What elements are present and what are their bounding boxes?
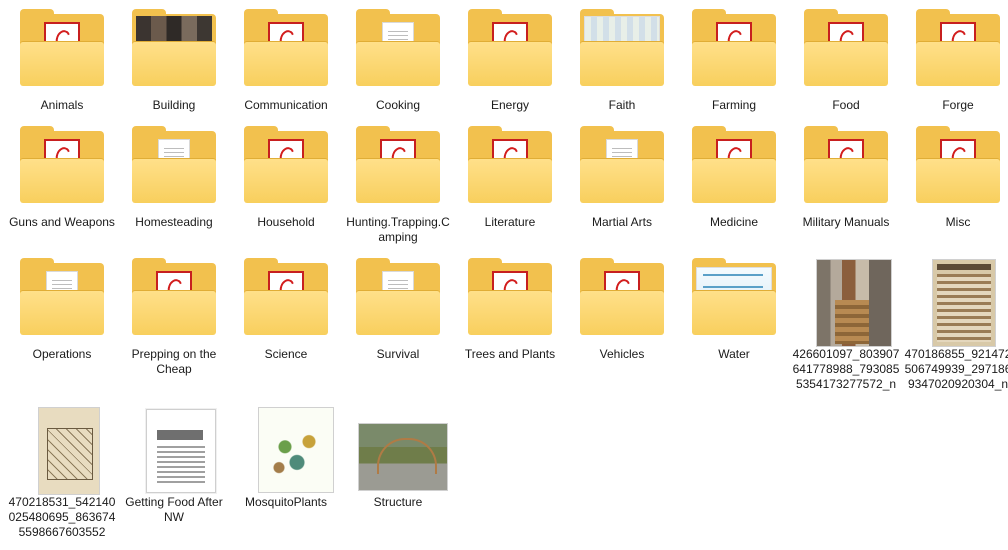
file-item[interactable]: MosquitoPlants [232,405,340,521]
folder-item[interactable]: Prepping on the Cheap [120,257,228,376]
folder-icon [802,125,890,209]
item-label: Science [264,347,308,361]
folder-icon [578,8,666,92]
folder-icon [18,257,106,341]
item-label: Animals [40,98,84,112]
folder-icon [466,257,554,341]
folder-icon [466,8,554,92]
folder-item[interactable]: Survival [344,257,452,373]
item-label: Cooking [375,98,421,112]
item-label: Communication [244,98,328,112]
item-label: Vehicles [599,347,645,361]
folder-item[interactable]: Literature [456,125,564,241]
item-label: Faith [608,98,636,112]
folder-item[interactable]: Guns and Weapons [8,125,116,241]
file-item[interactable]: Structure [344,405,452,521]
file-explorer-grid: Animals Building Communication Cooking Energ… [0,0,1008,550]
item-label: 426601097_803907641778988_79308553541732… [792,347,900,391]
folder-icon [242,257,330,341]
item-label: Building [152,98,196,112]
folder-icon [914,8,1002,92]
file-item[interactable]: 426601097_803907641778988_79308553541732… [792,257,900,391]
item-label: MosquitoPlants [244,495,328,509]
folder-icon [130,125,218,209]
folder-item[interactable]: Cooking [344,8,452,124]
folder-item[interactable]: Vehicles [568,257,676,373]
folder-icon [466,125,554,209]
item-label: Getting Food After NW [125,495,223,524]
item-label: Prepping on the Cheap [131,347,217,376]
folder-icon [578,257,666,341]
folder-item[interactable]: Homesteading [120,125,228,241]
item-label: Energy [490,98,530,112]
folder-icon [354,8,442,92]
file-thumbnail [130,405,218,493]
item-label: Forge [942,98,974,112]
folder-item[interactable]: Household [232,125,340,241]
file-thumbnail [914,257,1002,347]
file-item[interactable]: Getting Food After NW [120,405,228,524]
item-label: Military Manuals [802,215,890,229]
folder-item[interactable]: Science [232,257,340,373]
item-label: Household [257,215,315,229]
item-label: Guns and Weapons [9,215,115,229]
item-label: Operations [32,347,92,361]
folder-icon [578,125,666,209]
folder-icon [354,257,442,341]
folder-icon [242,125,330,209]
item-label: 470186855_921472506749939_29718693470209… [904,347,1008,391]
folder-item[interactable]: Misc [904,125,1008,241]
folder-item[interactable]: Farming [680,8,788,124]
folder-icon [130,8,218,92]
item-label: Water [718,347,750,361]
folder-item[interactable]: Forge [904,8,1008,124]
item-label: Martial Arts [591,215,652,229]
item-label: Hunting.Trapping.Camping [346,215,450,244]
item-label: Literature [484,215,536,229]
item-label: Farming [711,98,756,112]
folder-icon [242,8,330,92]
item-label: Survival [376,347,420,361]
folder-icon [130,257,218,341]
folder-item[interactable]: Operations [8,257,116,373]
file-item[interactable]: 470186855_921472506749939_29718693470209… [904,257,1008,391]
folder-item[interactable]: Military Manuals [792,125,900,241]
folder-item[interactable]: Energy [456,8,564,124]
folder-item[interactable]: Building [120,8,228,124]
folder-item[interactable]: Water [680,257,788,373]
item-label: Structure [373,495,423,509]
folder-item[interactable]: Martial Arts [568,125,676,241]
file-thumbnail [242,405,334,493]
folder-icon [690,257,778,341]
item-label: 470218531_542140025480695_86367455986676… [8,495,116,539]
item-label: Trees and Plants [464,347,556,361]
folder-icon [690,125,778,209]
folder-item[interactable]: Food [792,8,900,124]
folder-item[interactable]: Communication [232,8,340,124]
file-item[interactable]: 470218531_542140025480695_86367455986676… [8,405,116,539]
folder-item[interactable]: Trees and Plants [456,257,564,373]
folder-icon [18,8,106,92]
item-label: Misc [945,215,971,229]
item-label: Medicine [709,215,759,229]
item-label: Food [832,98,860,112]
folder-icon [18,125,106,209]
item-label: Homesteading [135,215,213,229]
folder-item[interactable]: Hunting.Trapping.Camping [344,125,452,244]
folder-item[interactable]: Medicine [680,125,788,241]
file-thumbnail [802,257,892,347]
file-thumbnail [354,405,448,491]
folder-item[interactable]: Animals [8,8,116,124]
folder-icon [354,125,442,209]
folder-icon [802,8,890,92]
folder-icon [914,125,1002,209]
folder-icon [690,8,778,92]
file-thumbnail [18,405,106,495]
folder-item[interactable]: Faith [568,8,676,124]
